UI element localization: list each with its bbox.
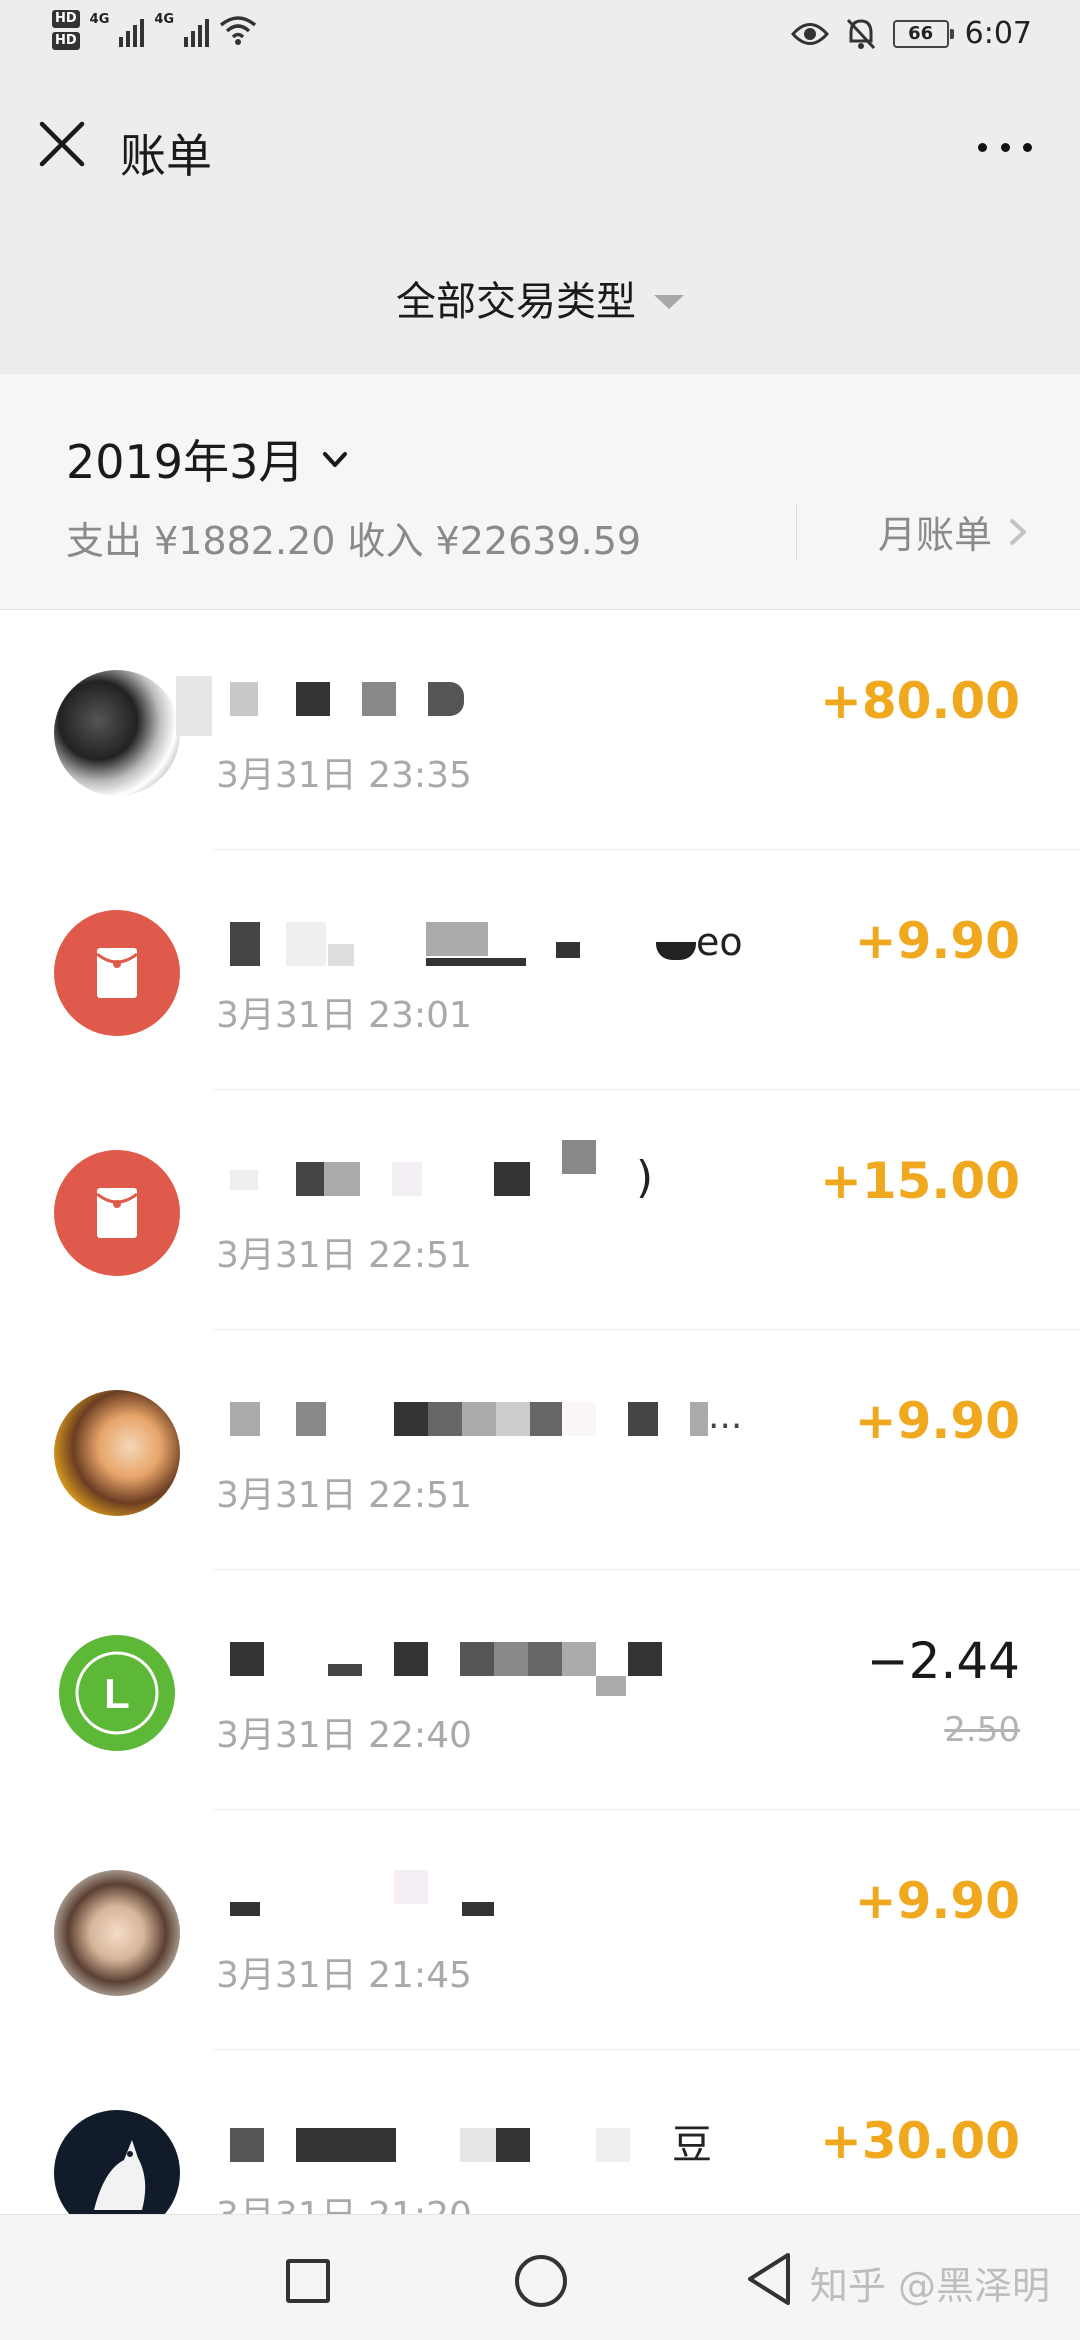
vending-logo-icon: L — [54, 1630, 180, 1756]
red-packet-icon — [54, 910, 180, 1036]
caret-down-icon — [654, 295, 684, 309]
watermark: 知乎 @黑泽明 — [809, 2264, 1050, 2308]
transaction-time: 3月31日 23:35 — [216, 755, 472, 796]
transaction-row[interactable]: L 3月31日 22:40 −2.44 2.50 — [0, 1570, 1080, 1810]
transaction-name-redacted: ) — [216, 1140, 776, 1210]
hd-badge-2: HD — [52, 32, 80, 50]
status-bar: HD HD 4G 4G 66 6:07 — [0, 0, 1080, 72]
name-suffix: ... — [708, 1396, 743, 1437]
close-icon[interactable] — [34, 116, 90, 172]
transaction-amount: +9.90 — [854, 912, 1020, 970]
red-packet-icon — [54, 1150, 180, 1276]
transaction-time: 3月31日 23:01 — [216, 995, 472, 1036]
filter-label: 全部交易类型 — [396, 279, 636, 325]
month-summary-section: 2019年3月 支出 ¥1882.20 收入 ¥22639.59 月账单 — [0, 374, 1080, 610]
month-selector[interactable]: 2019年3月 — [66, 426, 352, 492]
back-icon[interactable] — [744, 2251, 794, 2307]
network-type-2: 4G — [154, 12, 175, 27]
more-dot — [978, 142, 987, 152]
avatar — [54, 1390, 180, 1516]
transaction-amount: +9.90 — [854, 1392, 1020, 1450]
transaction-name-redacted — [216, 1870, 776, 1930]
home-icon[interactable] — [515, 2255, 567, 2307]
transaction-time: 3月31日 21:45 — [216, 1955, 472, 1996]
transaction-row[interactable]: 3月31日 23:35 +80.00 — [0, 610, 1080, 850]
battery-icon: 66 — [892, 19, 954, 48]
transaction-list: 3月31日 23:35 +80.00 eo 3月31日 23:01 +9.90 — [0, 610, 1080, 2290]
monthly-bill-link[interactable]: 月账单 — [878, 504, 1030, 559]
page-title: 账单 — [120, 129, 212, 183]
transaction-time: 3月31日 22:40 — [216, 1715, 472, 1756]
transaction-row[interactable]: ... 3月31日 22:51 +9.90 — [0, 1330, 1080, 1570]
divider — [796, 504, 797, 560]
wifi-icon — [219, 16, 257, 45]
avatar — [54, 670, 180, 796]
more-icon[interactable] — [970, 122, 1040, 172]
month-label: 2019年3月 — [66, 435, 305, 489]
name-suffix: 豆 — [672, 2122, 712, 2168]
hd-badge-1: HD — [52, 10, 80, 28]
nav-bar: 账单 — [0, 72, 1080, 222]
name-suffix: ) — [636, 1152, 654, 1203]
chevron-right-icon — [1010, 518, 1026, 545]
svg-text:L: L — [104, 1670, 130, 1717]
transaction-time: 3月31日 22:51 — [216, 1475, 472, 1516]
transaction-amount: +9.90 — [854, 1872, 1020, 1930]
more-dot — [1023, 142, 1032, 152]
system-nav-bar: 知乎 @黑泽明 — [0, 2214, 1080, 2340]
transaction-name-redacted: eo — [216, 920, 776, 970]
transaction-name-redacted: ... — [216, 1396, 776, 1450]
transaction-time: 3月31日 22:51 — [216, 1235, 472, 1276]
eye-icon — [790, 22, 829, 45]
transaction-name-redacted — [176, 676, 776, 736]
original-amount: 2.50 — [944, 1710, 1020, 1750]
clock: 6:07 — [964, 16, 1032, 51]
transaction-amount: −2.44 — [866, 1632, 1020, 1690]
transaction-type-filter[interactable]: 全部交易类型 — [0, 222, 1080, 374]
status-left: HD HD 4G 4G — [52, 10, 257, 50]
month-totals: 支出 ¥1882.20 收入 ¥22639.59 — [66, 519, 642, 563]
transaction-row[interactable]: ) 3月31日 22:51 +15.00 — [0, 1090, 1080, 1330]
name-suffix: eo — [696, 920, 743, 964]
transaction-row[interactable]: 3月31日 21:45 +9.90 — [0, 1810, 1080, 2050]
network-type-1: 4G — [89, 12, 110, 27]
transaction-amount: +30.00 — [819, 2112, 1020, 2170]
avatar — [54, 1870, 180, 1996]
hd-indicator: HD HD — [52, 10, 80, 50]
transaction-name-redacted: 豆 — [216, 2122, 776, 2170]
transaction-amount: +80.00 — [819, 672, 1020, 730]
transaction-name-redacted — [216, 1642, 776, 1696]
monthly-bill-label: 月账单 — [877, 513, 992, 557]
signal-icon — [119, 13, 145, 47]
transaction-row[interactable]: eo 3月31日 23:01 +9.90 — [0, 850, 1080, 1090]
bell-off-icon — [846, 18, 875, 49]
recent-apps-icon[interactable] — [286, 2259, 330, 2303]
transaction-amount: +15.00 — [819, 1152, 1020, 1210]
signal-icon-2 — [184, 13, 210, 47]
status-right: 66 6:07 — [790, 16, 1032, 51]
more-dot — [1000, 142, 1010, 152]
chevron-down-icon — [323, 452, 348, 467]
